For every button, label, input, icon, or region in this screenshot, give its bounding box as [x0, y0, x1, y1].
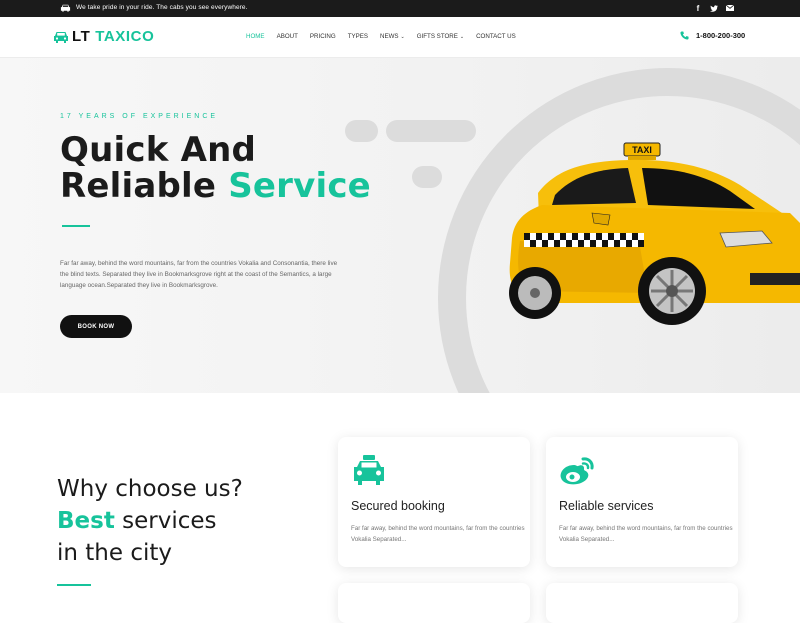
header: LT TAXICO HOME ABOUT PRICING TYPES NEWS ⌄… — [0, 17, 800, 58]
hero-title: Quick And Reliable Service — [60, 132, 371, 204]
why-choose-us-heading: Why choose us? Best services in the city — [57, 473, 243, 586]
nav-item-about[interactable]: ABOUT — [277, 33, 298, 40]
nav-item-contact[interactable]: CONTACT US — [476, 33, 516, 40]
nav-label: ABOUT — [276, 33, 298, 40]
chevron-down-icon: ⌄ — [400, 33, 405, 40]
title-underline — [62, 225, 90, 227]
car-icon — [60, 4, 71, 12]
nav-label: CONTACT US — [476, 33, 516, 40]
nav-label: HOME — [246, 33, 265, 40]
nav-item-types[interactable]: TYPES — [348, 33, 368, 40]
features-section: Why choose us? Best services in the city… — [0, 393, 800, 623]
logo-text-taxico: TAXICO — [95, 28, 155, 45]
main-nav: HOME ABOUT PRICING TYPES NEWS ⌄ GIFTS STO… — [246, 33, 528, 40]
phone-contact[interactable]: 1-800-200-300 — [680, 31, 745, 40]
hero-title-line2: Reliable — [60, 166, 229, 206]
top-bar: We take pride in your ride. The cabs you… — [0, 0, 800, 17]
checker-stripe — [524, 233, 644, 247]
chevron-down-icon: ⌄ — [459, 33, 465, 40]
nav-label: PRICING — [309, 33, 336, 40]
hero-title-accent: Service — [228, 166, 371, 206]
nav-label: GIFTS STORE — [416, 33, 458, 40]
card-title: Reliable services — [559, 499, 654, 513]
wheel — [638, 257, 706, 325]
phone-icon — [680, 31, 689, 40]
experience-label: 17 YEARS OF EXPERIENCE — [60, 113, 219, 120]
twitter-icon[interactable] — [710, 2, 718, 14]
why-line1: Why choose us? — [57, 476, 243, 502]
mail-icon[interactable] — [726, 2, 734, 14]
why-line3: in the city — [57, 540, 172, 566]
logo-text: LT TAXICO — [72, 28, 154, 45]
logo-text-lt: LT — [72, 28, 91, 45]
card-desc: Far far away, behind the word mountains,… — [351, 525, 525, 543]
nav-item-home[interactable]: HOME — [246, 33, 265, 40]
facebook-icon[interactable]: f — [694, 2, 702, 14]
site-logo[interactable]: LT TAXICO — [53, 28, 154, 45]
feature-card-4[interactable] — [546, 583, 738, 623]
book-now-button[interactable]: BOOK NOW — [60, 315, 132, 338]
card-desc: Far far away, behind the word mountains,… — [559, 525, 733, 543]
hero-section: 17 YEARS OF EXPERIENCE Quick And Reliabl… — [0, 58, 800, 393]
nav-label: NEWS — [379, 33, 399, 40]
wheel — [509, 267, 561, 319]
card-title: Secured booking — [351, 499, 445, 513]
nav-label: TYPES — [347, 33, 368, 40]
feature-card-reliable-services[interactable]: Reliable services Far far away, behind t… — [546, 437, 738, 567]
nav-item-pricing[interactable]: PRICING — [310, 33, 336, 40]
hero-title-line1: Quick And — [60, 130, 257, 170]
topbar-tagline: We take pride in your ride. The cabs you… — [76, 4, 248, 11]
feature-card-3[interactable] — [338, 583, 530, 623]
why-line2-rest: services — [114, 508, 217, 534]
decorative-speed-line — [412, 166, 442, 188]
taxi-icon — [354, 455, 384, 485]
nav-item-news[interactable]: NEWS ⌄ — [380, 33, 405, 40]
nav-item-gifts-store[interactable]: GIFTS STORE ⌄ — [417, 33, 464, 40]
feature-card-secured-booking[interactable]: Secured booking Far far away, behind the… — [338, 437, 530, 567]
taxi-car-image: TAXI — [509, 142, 800, 325]
decorative-speed-line — [386, 120, 476, 142]
hero-paragraph: Far far away, behind the word mountains,… — [60, 260, 338, 289]
weibo-icon — [560, 457, 594, 485]
car-logo-icon — [54, 31, 68, 43]
social-links: f — [694, 2, 734, 14]
phone-number: 1-800-200-300 — [696, 31, 746, 40]
why-accent: Best — [57, 508, 115, 534]
why-line2: Best services — [57, 505, 243, 537]
heading-underline — [57, 584, 91, 586]
taxi-sign-text: TAXI — [632, 145, 652, 155]
